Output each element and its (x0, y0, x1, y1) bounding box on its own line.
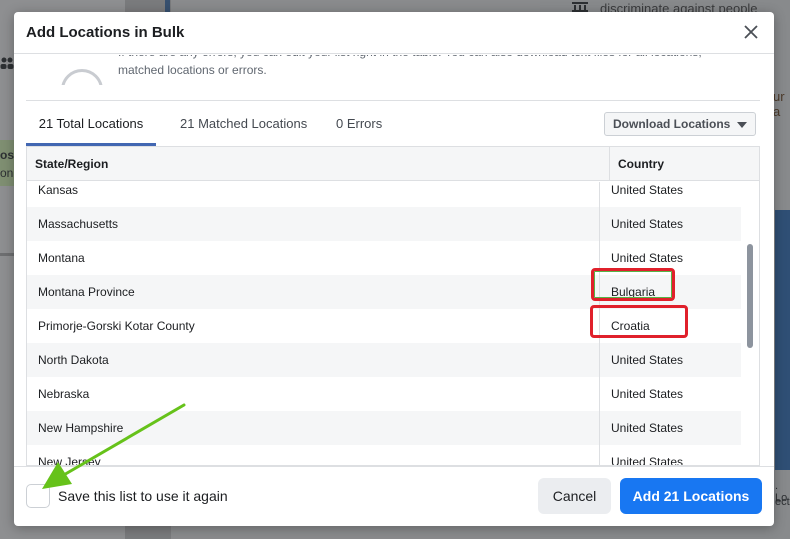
cell-state: New Hampshire (38, 421, 124, 435)
tab-matched-locations[interactable]: 21 Matched Locations (180, 110, 307, 146)
cell-state: Massachusetts (38, 217, 119, 231)
table-row: Kansas United States (27, 182, 741, 207)
cell-country: United States (611, 387, 684, 401)
cell-state: Montana Province (38, 285, 135, 299)
cell-country: United States (611, 353, 684, 367)
table-row: Nebraska United States (27, 377, 741, 411)
cell-state: North Dakota (38, 353, 109, 367)
cell-state: Nebraska (38, 387, 90, 401)
table-row: Massachusetts United States (27, 207, 741, 241)
bg-right-text-2: ur a (773, 89, 785, 119)
info-icon (61, 69, 103, 85)
close-icon[interactable] (740, 21, 762, 43)
bg-right-bottom-text-2: ect (775, 496, 790, 508)
people-icon (0, 56, 14, 73)
cell-state: Kansas (38, 183, 79, 197)
tab-total-locations[interactable]: 21 Total Locations (26, 110, 156, 146)
bg-blue-image (775, 210, 790, 470)
download-locations-button[interactable]: Download Locations (604, 112, 756, 136)
bg-left-text-2: on (0, 166, 14, 180)
add-locations-button[interactable]: Add 21 Locations (620, 478, 762, 514)
bg-left-text-1: os (0, 148, 15, 162)
highlight-croatia (590, 305, 688, 338)
add-locations-modal: Add Locations in Bulk If there are any e… (14, 12, 774, 526)
bg-divider (0, 253, 14, 256)
cell-country: United States (611, 183, 684, 197)
save-list-checkbox[interactable] (26, 484, 50, 508)
cell-state: Montana (38, 251, 85, 265)
table-row: New Hampshire United States (27, 411, 741, 445)
cell-state: New Jersey (38, 455, 101, 466)
cell-country: United States (611, 421, 684, 435)
intro-section: If there are any errors, you can edit yo… (14, 55, 774, 85)
cell-country: United States (611, 455, 684, 466)
table-row: North Dakota United States (27, 343, 741, 377)
save-list-label: Save this list to use it again (58, 488, 228, 504)
divider (26, 100, 760, 101)
header-country: Country (609, 147, 759, 181)
cell-country: United States (611, 217, 684, 231)
table-header: State/Region Country (27, 147, 759, 181)
table-row: New Jersey United States (27, 445, 741, 466)
cancel-button[interactable]: Cancel (538, 478, 611, 514)
header-state-region: State/Region (35, 157, 109, 171)
scrollbar-thumb[interactable] (747, 244, 753, 348)
footer-divider (14, 466, 774, 467)
cell-state: Primorje-Gorski Kotar County (38, 319, 195, 333)
modal-title: Add Locations in Bulk (26, 24, 185, 41)
download-locations-label: Download Locations (613, 117, 731, 131)
caret-down-icon (737, 122, 747, 128)
highlight-bulgaria (591, 268, 675, 301)
modal-header: Add Locations in Bulk (14, 12, 774, 54)
tab-errors[interactable]: 0 Errors (336, 110, 382, 146)
intro-text: If there are any errors, you can edit yo… (118, 55, 702, 77)
